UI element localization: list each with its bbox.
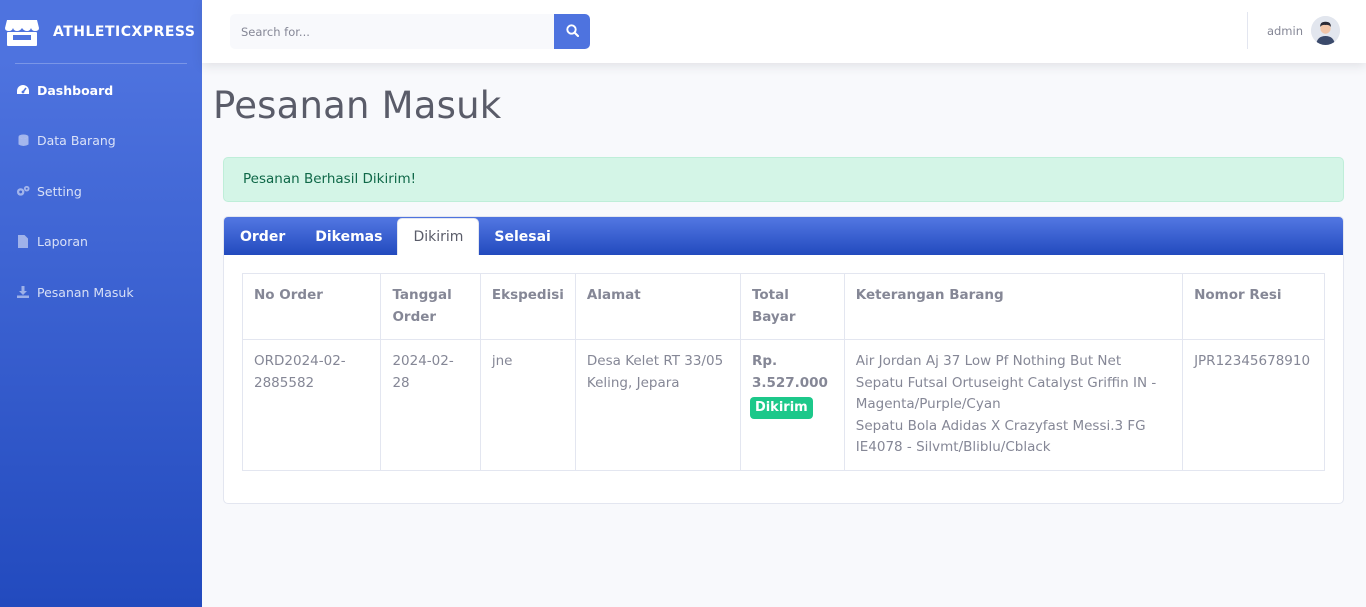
courier: jne <box>479 339 576 471</box>
sidebar-item-label: Data Barang <box>37 133 116 149</box>
column-header: Keterangan Barang <box>843 273 1184 340</box>
column-header: No Order <box>241 273 382 340</box>
tab-selesai[interactable]: Selesai <box>479 218 565 255</box>
search-button[interactable] <box>554 14 590 49</box>
success-alert: Pesanan Berhasil Dikirim! <box>223 157 1344 202</box>
sidebar-item-laporan[interactable]: Laporan <box>0 217 202 268</box>
sidebar-item-label: Setting <box>37 183 82 199</box>
status-badge: Dikirim <box>749 397 813 419</box>
sidebar: ATHLETICXPRESS Dashboard Data Barang Set… <box>0 0 202 607</box>
column-header: Alamat <box>574 273 741 340</box>
cogs-icon <box>16 184 30 198</box>
brand-link[interactable]: ATHLETICXPRESS <box>0 0 202 63</box>
order-date: 2024-02-28 <box>380 339 481 471</box>
item-line: Sepatu Bola Adidas X Crazyfast Messi.3 F… <box>855 417 1146 456</box>
orders-table: No Order Tanggal Order Ekspedisi Alamat … <box>241 273 1325 471</box>
search-input[interactable] <box>230 14 554 49</box>
item-line: Air Jordan Aj 37 Low Pf Nothing But Net <box>855 353 1122 369</box>
total-amount: Rp. 3.527.000 <box>751 353 828 391</box>
item-line: Sepatu Futsal Ortuseight Catalyst Griffi… <box>855 374 1157 413</box>
column-header: Total Bayar <box>739 273 845 340</box>
download-icon <box>16 285 30 299</box>
file-icon <box>16 235 30 249</box>
address: Desa Kelet RT 33/05 Keling, Jepara <box>574 339 741 471</box>
tracking-number: JPR12345678910 <box>1182 339 1325 471</box>
tab-dikemas[interactable]: Dikemas <box>300 218 397 255</box>
table-row: ORD2024-02-2885582 2024-02-28 jne Desa K… <box>241 339 1325 471</box>
tab-dikirim[interactable]: Dikirim <box>397 218 480 255</box>
store-icon <box>5 17 39 47</box>
tab-bar: Order Dikemas Dikirim Selesai <box>224 217 1343 255</box>
total-cell: Rp. 3.527.000 Dikirim <box>739 339 845 471</box>
sidebar-item-label: Pesanan Masuk <box>37 284 134 300</box>
orders-card: Order Dikemas Dikirim Selesai No Order T… <box>223 216 1344 504</box>
avatar <box>1311 16 1340 45</box>
tachometer-icon <box>16 83 30 97</box>
topbar: admin <box>202 0 1366 63</box>
user-dropdown[interactable]: admin <box>1267 16 1340 45</box>
search-icon <box>565 23 579 40</box>
sidebar-item-label: Dashboard <box>37 82 114 98</box>
items-cell: Air Jordan Aj 37 Low Pf Nothing But Net … <box>843 339 1184 471</box>
page-title: Pesanan Masuk <box>213 84 502 127</box>
database-icon <box>16 134 30 148</box>
tab-order[interactable]: Order <box>225 218 300 255</box>
order-number: ORD2024-02-2885582 <box>241 339 382 471</box>
sidebar-item-setting[interactable]: Setting <box>0 166 202 217</box>
column-header: Ekspedisi <box>479 273 576 340</box>
table-header-row: No Order Tanggal Order Ekspedisi Alamat … <box>241 273 1325 340</box>
topbar-divider <box>1247 12 1248 49</box>
sidebar-item-dashboard[interactable]: Dashboard <box>0 65 202 116</box>
search-form <box>230 14 590 49</box>
sidebar-item-data-barang[interactable]: Data Barang <box>0 116 202 167</box>
column-header: Tanggal Order <box>380 273 481 340</box>
sidebar-item-label: Laporan <box>37 234 88 250</box>
column-header: Nomor Resi <box>1182 273 1325 340</box>
sidebar-item-pesanan-masuk[interactable]: Pesanan Masuk <box>0 267 202 318</box>
brand-name: ATHLETICXPRESS <box>53 23 196 40</box>
user-name: admin <box>1266 23 1303 38</box>
